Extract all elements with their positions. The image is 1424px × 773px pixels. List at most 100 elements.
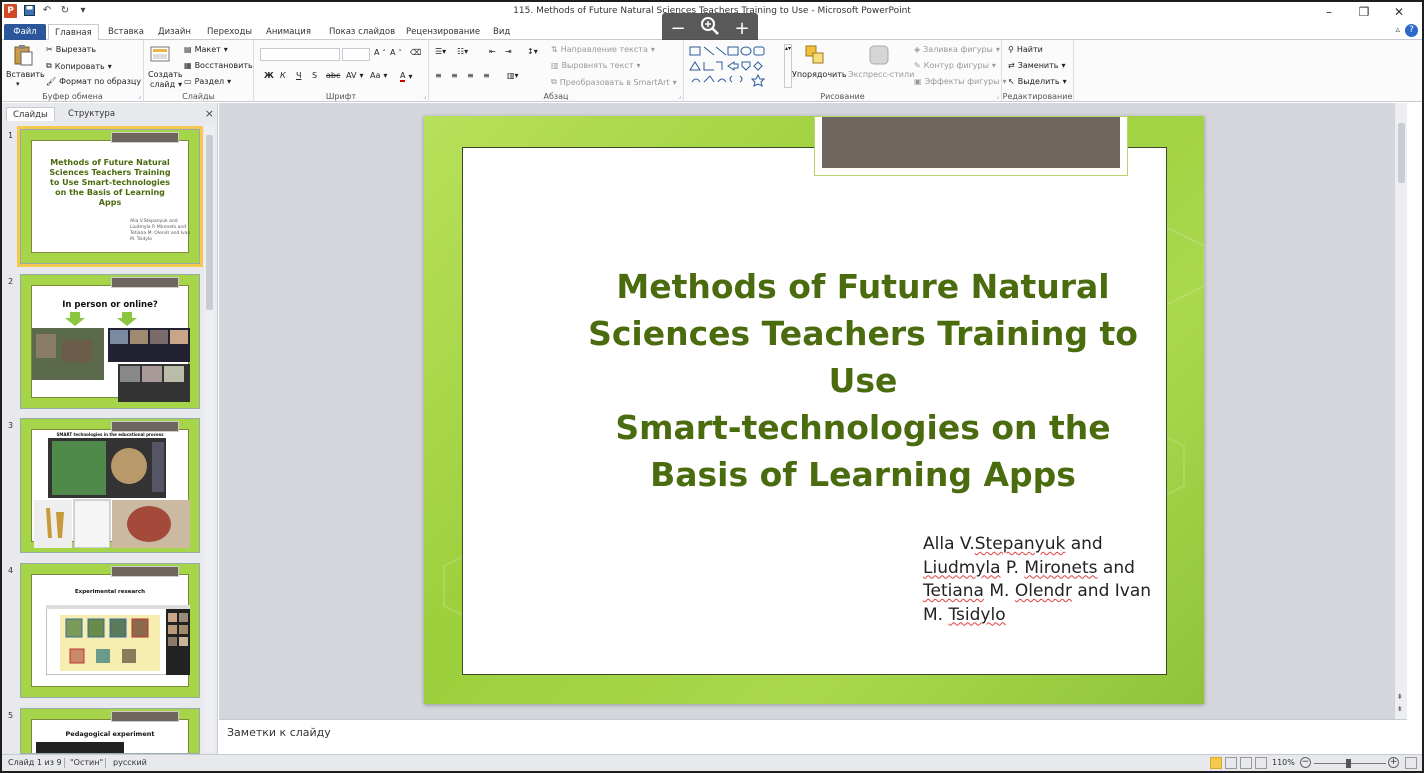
tab-view[interactable]: Вид — [487, 24, 516, 40]
copy-button[interactable]: ⧉ Копировать ▾ — [46, 61, 112, 71]
slide[interactable]: Methods of Future Natural Sciences Teach… — [424, 116, 1204, 704]
paste-dropdown-icon[interactable]: ▾ — [16, 80, 20, 88]
tab-insert[interactable]: Вставка — [102, 24, 150, 40]
shape-effects-button[interactable]: ▣ Эффекты фигуры ▾ — [914, 77, 1007, 86]
reset-button[interactable]: ▦ Восстановить — [184, 61, 253, 70]
tab-animations[interactable]: Анимация — [260, 24, 317, 40]
help-icon[interactable]: ? — [1405, 24, 1418, 37]
increase-indent-icon[interactable]: ⇥ — [505, 47, 512, 56]
tab-slideshow[interactable]: Показ слайдов — [323, 24, 401, 40]
clipboard-launcher-icon[interactable]: ⌟ — [138, 93, 141, 100]
justify-icon[interactable]: ≡ — [483, 71, 490, 80]
paste-icon[interactable] — [12, 44, 34, 66]
canvas-scrollbar[interactable]: ⇞ ⇟ — [1394, 103, 1407, 719]
strikethrough-button[interactable]: abc — [326, 71, 340, 80]
find-button[interactable]: ⚲ Найти — [1008, 45, 1043, 54]
tab-transitions[interactable]: Переходы — [201, 24, 258, 40]
slide-thumbnail-5[interactable]: Pedagogical experiment — [20, 708, 200, 754]
magnifier-icon[interactable] — [698, 16, 722, 41]
slide-authors[interactable]: Alla V.Stepanyuk and Liudmyla P. Mironet… — [923, 533, 1193, 627]
shape-fill-button[interactable]: ◈ Заливка фигуры ▾ — [914, 45, 1000, 54]
grow-font-icon[interactable]: A ˄ — [374, 48, 386, 57]
zoom-in-button[interactable]: + — [730, 18, 754, 39]
minimize-ribbon-icon[interactable]: ▵ — [1395, 25, 1400, 35]
quick-styles-button[interactable]: Экспресс-стили — [848, 70, 914, 79]
tab-review[interactable]: Рецензирование — [400, 24, 486, 40]
char-spacing-button[interactable]: AV ▾ — [346, 71, 363, 80]
next-slide-icon[interactable]: ⇟ — [1397, 705, 1403, 713]
shadow-button[interactable]: S — [312, 71, 317, 80]
previous-slide-icon[interactable]: ⇞ — [1397, 693, 1403, 701]
numbering-icon[interactable]: ☷▾ — [457, 47, 468, 56]
paste-button[interactable]: Вставить — [6, 70, 45, 79]
slide-thumbnail-2[interactable]: In person or online? — [20, 274, 200, 409]
scroll-thumb[interactable] — [206, 135, 213, 310]
underline-button[interactable]: Ч — [296, 71, 301, 80]
font-name-combo[interactable] — [260, 48, 340, 61]
shapes-more-icon[interactable]: ▴▾ — [784, 44, 792, 88]
slides-pane-scrollbar[interactable] — [204, 125, 215, 752]
change-case-button[interactable]: Aa ▾ — [370, 71, 387, 80]
zoom-out-button[interactable]: − — [666, 18, 690, 39]
line-spacing-icon[interactable]: ↕▾ — [527, 47, 538, 56]
shape-outline-button[interactable]: ✎ Контур фигуры ▾ — [914, 61, 996, 70]
notes-placeholder[interactable]: Заметки к слайду — [227, 726, 331, 739]
italic-button[interactable]: К — [280, 71, 286, 80]
zoom-slider-knob[interactable] — [1346, 759, 1351, 768]
layout-button[interactable]: ▤ Макет ▾ — [184, 45, 228, 54]
align-center-icon[interactable]: ≡ — [451, 71, 458, 80]
paragraph-launcher-icon[interactable]: ⌟ — [678, 93, 681, 100]
quick-styles-icon[interactable] — [868, 44, 890, 66]
align-right-icon[interactable]: ≡ — [467, 71, 474, 80]
shapes-gallery[interactable] — [688, 44, 784, 90]
fit-to-window-icon[interactable] — [1405, 757, 1417, 769]
close-button[interactable]: ✕ — [1384, 4, 1414, 20]
reading-view-icon[interactable] — [1240, 757, 1252, 769]
columns-icon[interactable]: ▥▾ — [507, 71, 519, 80]
tab-home[interactable]: Главная — [48, 24, 99, 41]
format-painter-button[interactable]: 🖌 Формат по образцу — [46, 77, 141, 86]
arrange-button[interactable]: Упорядочить — [792, 70, 847, 79]
bold-button[interactable]: Ж — [264, 71, 274, 80]
arrange-icon[interactable] — [804, 44, 826, 66]
text-direction-button[interactable]: ⇅ Направление текста ▾ — [551, 45, 655, 54]
tab-design[interactable]: Дизайн — [152, 24, 197, 40]
tab-file[interactable]: Файл — [4, 24, 46, 40]
section-button[interactable]: ▭ Раздел ▾ — [184, 77, 231, 86]
clear-format-icon[interactable]: ⌫ — [410, 48, 421, 57]
new-slide-button[interactable]: Создать — [148, 70, 183, 79]
language-indicator[interactable]: русский — [113, 758, 147, 767]
minimize-button[interactable]: – — [1314, 4, 1344, 20]
align-text-button[interactable]: ▥ Выровнять текст ▾ — [551, 61, 641, 70]
new-slide-dropdown[interactable]: слайд ▾ — [150, 80, 182, 89]
font-color-button[interactable]: A ▾ — [400, 71, 413, 82]
notes-pane[interactable]: Заметки к слайду — [219, 719, 1407, 754]
font-launcher-icon[interactable]: ⌟ — [423, 93, 426, 100]
select-button[interactable]: ↖ Выделить ▾ — [1008, 77, 1067, 86]
new-slide-icon[interactable] — [150, 44, 172, 66]
tab-outline[interactable]: Структура — [62, 107, 121, 121]
restore-button[interactable]: ❐ — [1349, 4, 1379, 20]
theme-name[interactable]: "Остин" — [70, 758, 103, 767]
smartart-button[interactable]: ⧉ Преобразовать в SmartArt ▾ — [551, 77, 677, 87]
align-left-icon[interactable]: ≡ — [435, 71, 442, 80]
slideshow-view-icon[interactable] — [1255, 757, 1267, 769]
tab-slides[interactable]: Слайды — [6, 107, 55, 121]
font-size-combo[interactable] — [342, 48, 370, 61]
slide-title[interactable]: Methods of Future Natural Sciences Teach… — [543, 263, 1183, 498]
close-pane-icon[interactable]: × — [205, 107, 214, 120]
zoom-out-icon[interactable]: − — [1300, 757, 1311, 768]
slide-thumbnail-1[interactable]: Methods of Future Natural Sciences Teach… — [17, 126, 203, 267]
replace-button[interactable]: ⇄ Заменить ▾ — [1008, 61, 1066, 70]
drawing-launcher-icon[interactable]: ⌟ — [996, 93, 999, 100]
slide-thumbnail-4[interactable]: Experimental research — [20, 563, 200, 698]
slide-sorter-view-icon[interactable] — [1225, 757, 1237, 769]
bullets-icon[interactable]: ☰▾ — [435, 47, 446, 56]
decrease-indent-icon[interactable]: ⇤ — [489, 47, 496, 56]
cut-button[interactable]: ✂ Вырезать — [46, 45, 96, 54]
zoom-in-icon[interactable]: + — [1388, 757, 1399, 768]
scroll-thumb[interactable] — [1398, 123, 1405, 183]
shrink-font-icon[interactable]: A ˅ — [390, 48, 402, 57]
zoom-level[interactable]: 110% — [1272, 758, 1295, 767]
slide-thumbnail-3[interactable]: SMART technologies in the educational pr… — [20, 418, 200, 553]
